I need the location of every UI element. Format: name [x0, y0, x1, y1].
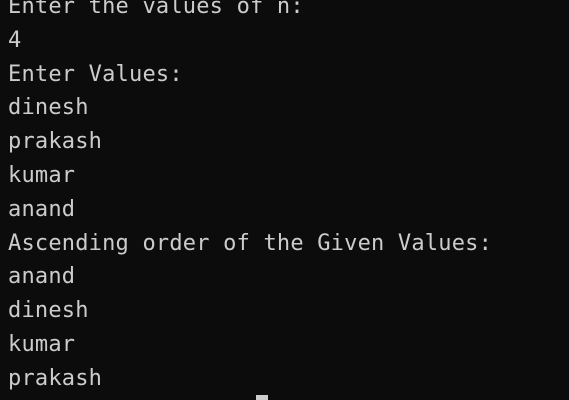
input-n-value: 4: [8, 27, 22, 53]
prompt-enter-values: Enter Values:: [8, 61, 183, 87]
sorted-value-line: dinesh: [8, 298, 89, 324]
sorted-value-line: prakash: [8, 365, 103, 391]
text-cursor: [256, 395, 268, 400]
input-value-line: anand: [8, 196, 76, 222]
input-value-line: kumar: [8, 162, 76, 188]
terminal-output: Enter the values of n: 4 Enter Values: d…: [8, 0, 492, 396]
sorted-value-line: kumar: [8, 331, 76, 357]
terminal-window[interactable]: Enter the values of n: 4 Enter Values: d…: [0, 0, 569, 400]
sorted-value-line: anand: [8, 264, 76, 290]
prompt-enter-n: Enter the values of n:: [8, 0, 304, 19]
input-value-line: dinesh: [8, 95, 89, 121]
input-value-line: prakash: [8, 129, 103, 155]
ascending-order-heading: Ascending order of the Given Values:: [8, 230, 493, 256]
